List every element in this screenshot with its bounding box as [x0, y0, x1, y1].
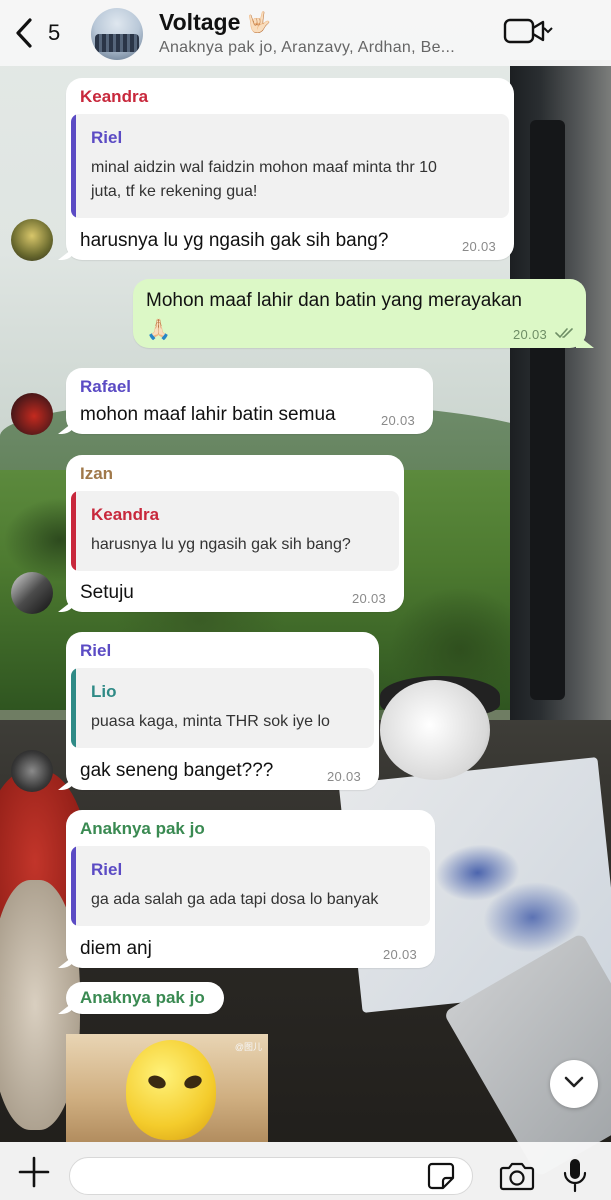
message-bubble[interactable]: Izan Keandra harusnya lu yg ngasih gak s… — [66, 455, 404, 612]
quote-sender: Keandra — [91, 505, 160, 524]
sticker-icon — [426, 1162, 456, 1195]
message-time: 20.03 — [513, 327, 548, 342]
avatar[interactable] — [11, 219, 53, 261]
camera-button[interactable] — [499, 1160, 535, 1192]
message-text: harusnya lu yg ngasih gak sih bang? — [80, 230, 389, 251]
message-bubble[interactable]: Riel Lio puasa kaga, minta THR sok iye l… — [66, 632, 379, 790]
quoted-message[interactable]: Keandra harusnya lu yg ngasih gak sih ba… — [71, 491, 399, 571]
sticker-button[interactable] — [426, 1161, 456, 1191]
quote-text-line2: juta, tf ke rekening gua! — [91, 183, 258, 200]
group-avatar[interactable] — [91, 8, 143, 60]
message-bubble[interactable]: Rafael mohon maaf lahir batin semua 20.0… — [66, 368, 433, 434]
message-text: gak seneng banget??? — [80, 760, 274, 781]
message-bubble-outgoing[interactable]: Mohon maaf lahir dan batin yang merayaka… — [133, 279, 586, 348]
group-emoji: 🤟🏻 — [246, 12, 272, 34]
message-bubble[interactable]: Anaknya pak jo — [66, 982, 224, 1014]
sticker-watermark: @图儿 — [234, 1042, 262, 1052]
message-compose-field[interactable] — [69, 1157, 473, 1195]
chevron-left-icon — [14, 14, 38, 52]
message-text: Setuju — [80, 582, 134, 603]
read-receipt-icon — [555, 326, 575, 345]
message-time: 20.03 — [327, 769, 362, 784]
message-text: Mohon maaf lahir dan batin yang merayaka… — [146, 290, 523, 311]
message-time: 20.03 — [462, 239, 497, 254]
chat-header: 5 Voltage 🤟🏻 Anaknya pak jo, Aranzavy, A… — [0, 0, 611, 66]
angry-yellow-blob-sticker[interactable]: @图儿 — [66, 1034, 268, 1142]
quote-text-line1: ga ada salah ga ada tapi dosa lo banyak — [91, 891, 379, 908]
quoted-message[interactable]: Riel ga ada salah ga ada tapi dosa lo ba… — [71, 846, 430, 926]
message-sender: Riel — [80, 641, 112, 660]
message-sender: Anaknya pak jo — [80, 819, 205, 838]
scroll-to-bottom-button[interactable] — [550, 1060, 598, 1108]
quoted-message[interactable]: Riel minal aidzin wal faidzin mohon maaf… — [71, 114, 509, 218]
message-sender: Izan — [80, 464, 114, 483]
message-sender: Anaknya pak jo — [80, 988, 205, 1007]
attach-button[interactable] — [18, 1156, 50, 1188]
message-text: diem anj — [80, 938, 152, 959]
plus-icon — [18, 1156, 50, 1192]
message-text: mohon maaf lahir batin semua — [80, 404, 336, 425]
message-time: 20.03 — [352, 591, 387, 606]
quote-text-line1: minal aidzin wal faidzin mohon maaf mint… — [91, 159, 437, 176]
quote-sender: Riel — [91, 860, 123, 879]
group-name: Voltage — [159, 9, 241, 35]
camera-icon — [499, 1162, 535, 1196]
microphone-button[interactable] — [562, 1157, 588, 1195]
group-info[interactable]: Voltage 🤟🏻 Anaknya pak jo, Aranzavy, Ard… — [159, 9, 455, 57]
quote-sender: Riel — [91, 128, 123, 147]
group-members: Anaknya pak jo, Aranzavy, Ardhan, Be... — [159, 39, 456, 56]
avatar[interactable] — [11, 750, 53, 792]
video-camera-icon — [503, 16, 555, 51]
message-sender: Keandra — [80, 87, 149, 106]
chevron-down-icon — [563, 1075, 585, 1094]
quoted-message[interactable]: Lio puasa kaga, minta THR sok iye lo — [71, 668, 374, 748]
quote-text-line1: puasa kaga, minta THR sok iye lo — [91, 713, 330, 730]
praying-hands-emoji: 🙏🏻 — [146, 319, 171, 341]
microphone-icon — [562, 1159, 588, 1199]
unread-count: 5 — [48, 20, 61, 45]
message-time: 20.03 — [381, 413, 416, 428]
avatar[interactable] — [11, 572, 53, 614]
quote-sender: Lio — [91, 682, 117, 701]
avatar[interactable] — [11, 393, 53, 435]
message-bubble[interactable]: Anaknya pak jo Riel ga ada salah ga ada … — [66, 810, 435, 968]
quote-text-line1: harusnya lu yg ngasih gak sih bang? — [91, 536, 351, 553]
message-time: 20.03 — [383, 947, 418, 962]
message-bubble[interactable]: Keandra Riel minal aidzin wal faidzin mo… — [66, 78, 514, 260]
message-input[interactable] — [84, 1158, 424, 1194]
back-button[interactable]: 5 — [14, 14, 60, 52]
video-call-button[interactable] — [503, 18, 555, 48]
message-sender: Rafael — [80, 377, 132, 396]
